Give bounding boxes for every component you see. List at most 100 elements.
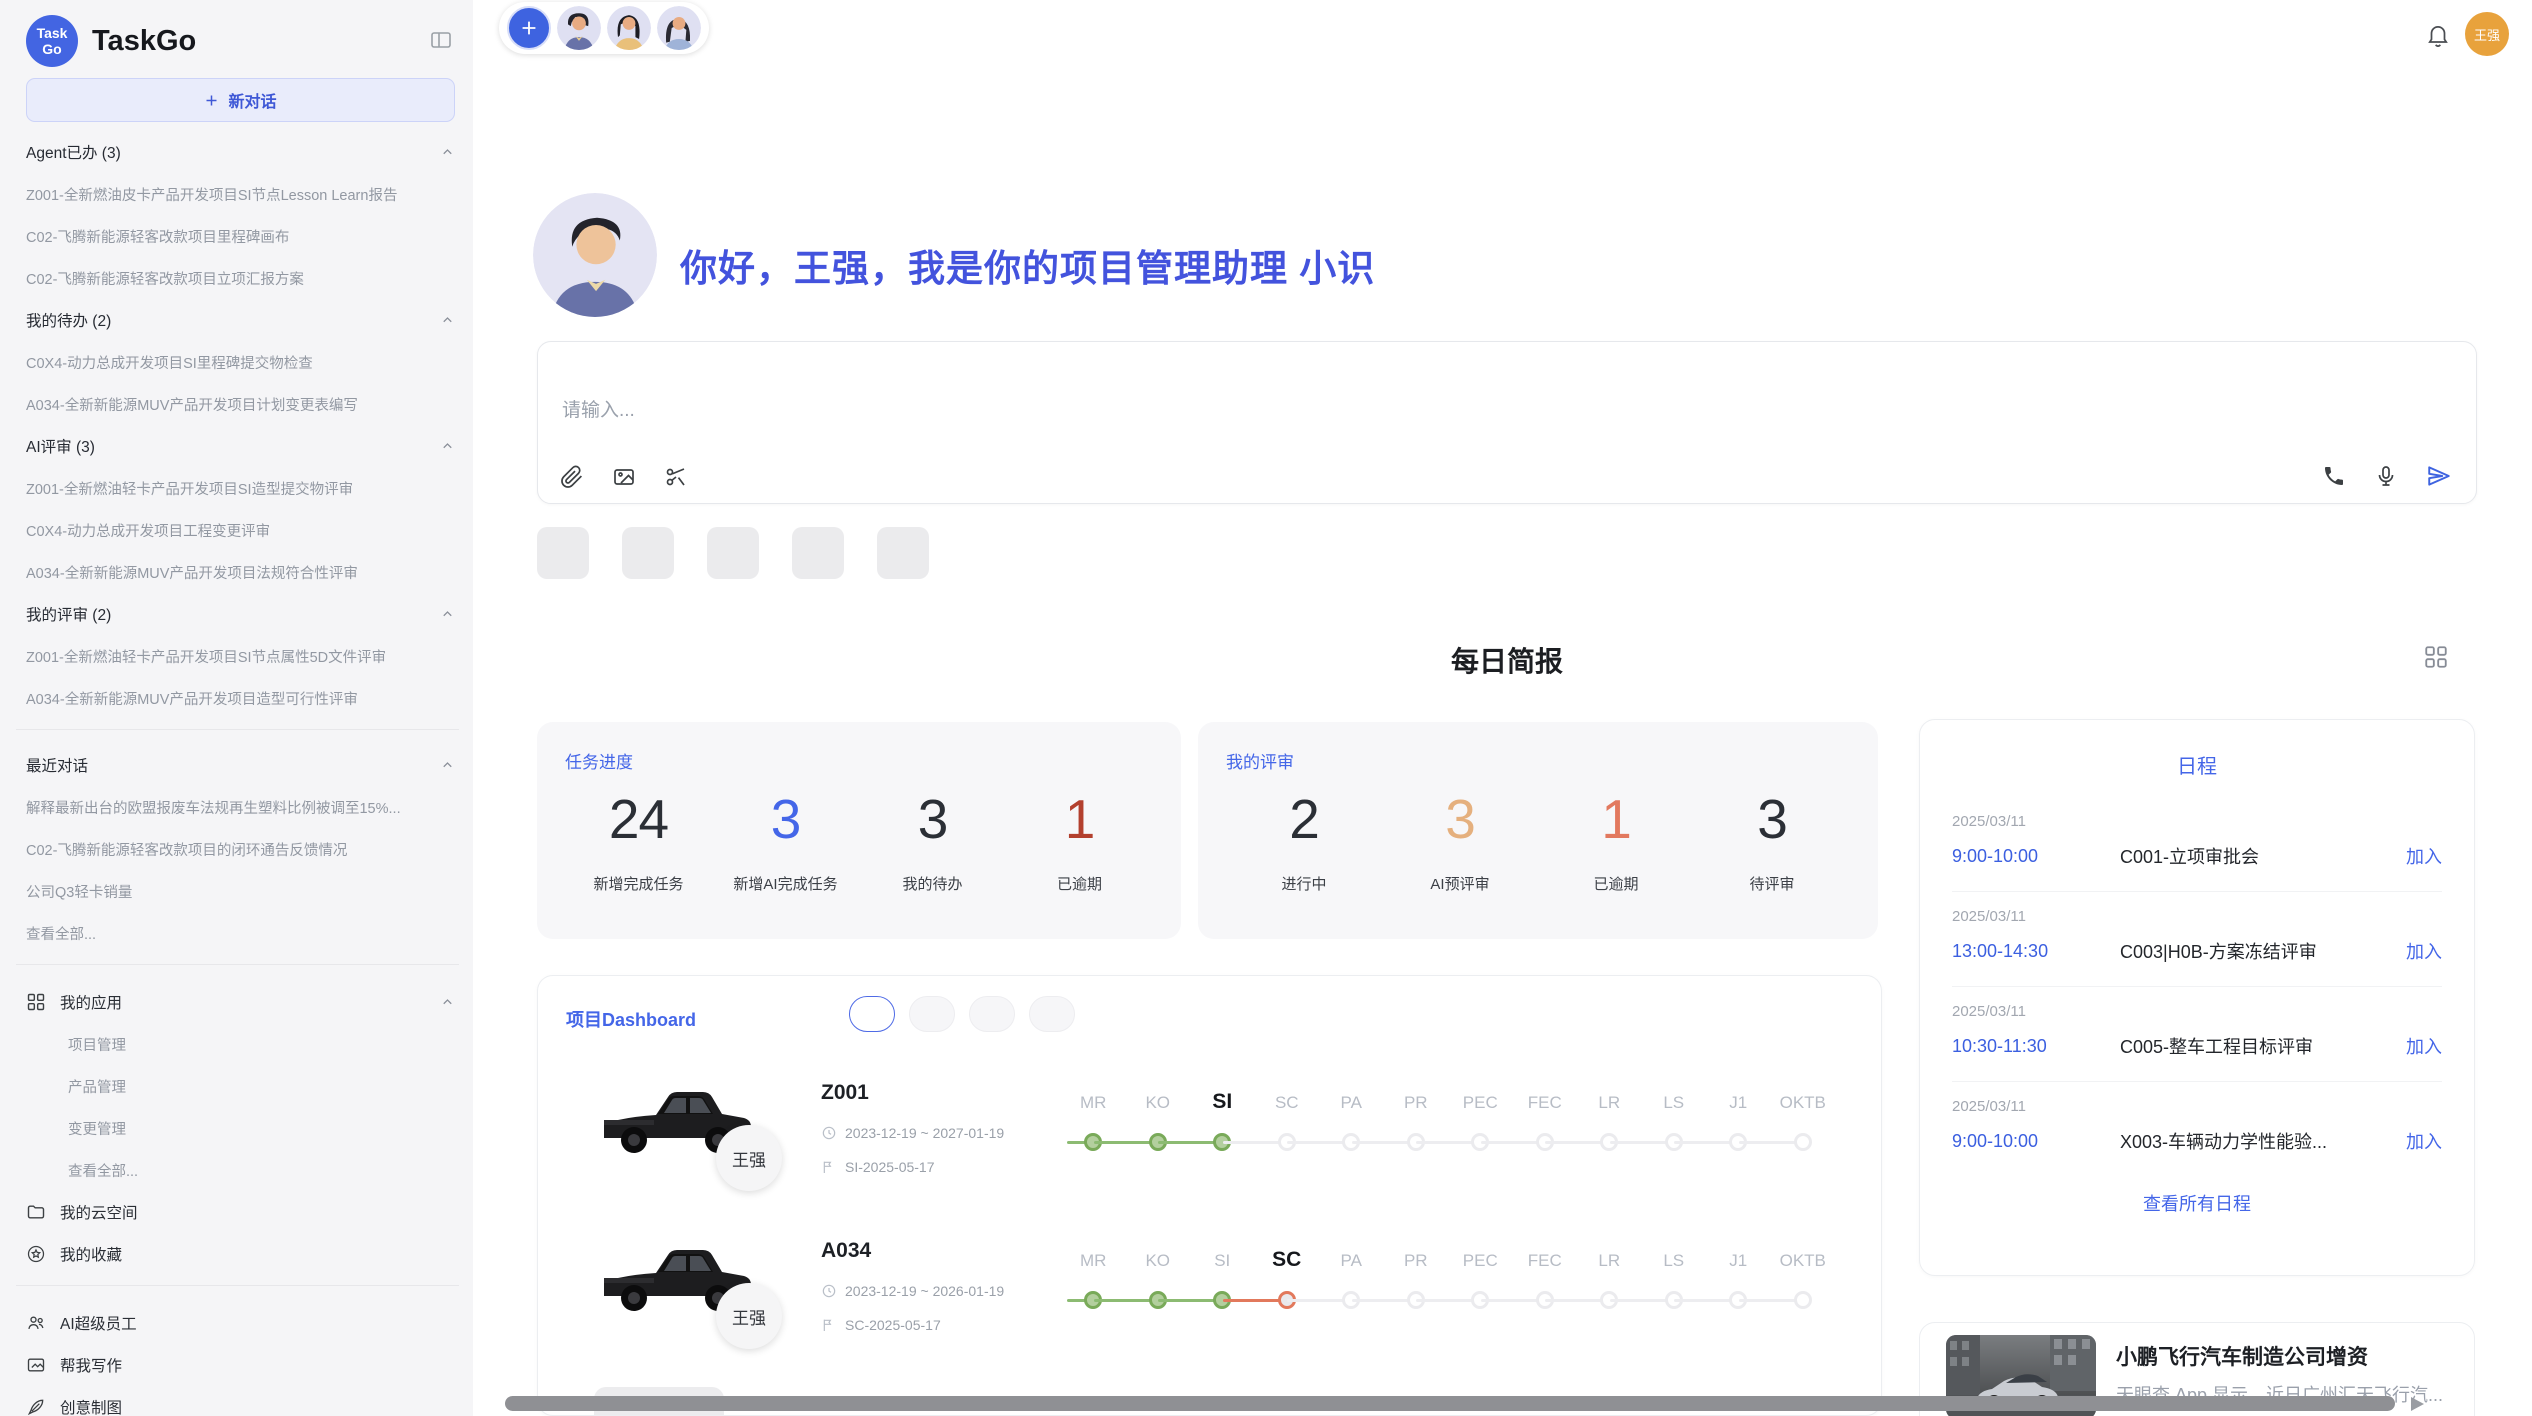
schedule-time: 9:00-10:00 bbox=[1952, 846, 2120, 867]
milestone-PR: PR bbox=[1384, 1229, 1449, 1339]
schedule-event-title: C003|H0B-方案冻结评审 bbox=[2120, 938, 2392, 964]
chevron-up-icon bbox=[440, 145, 455, 160]
sidebar-collapse-icon[interactable] bbox=[429, 28, 453, 52]
dashboard-tab[interactable] bbox=[969, 996, 1015, 1032]
app-title: TaskGo bbox=[92, 25, 196, 58]
suggestion-chip[interactable] bbox=[877, 527, 929, 579]
microphone-icon[interactable] bbox=[2374, 464, 2398, 488]
send-icon[interactable] bbox=[2426, 463, 2452, 489]
schedule-join-link[interactable]: 加入 bbox=[2406, 1033, 2442, 1059]
phone-call-icon[interactable] bbox=[2322, 464, 2346, 488]
sidebar-item-favorites[interactable]: 我的收藏 bbox=[26, 1233, 455, 1275]
sidebar-item[interactable]: Z001-全新燃油轻卡产品开发项目SI节点属性5D文件评审 bbox=[26, 646, 455, 667]
milestone-LR: LR bbox=[1577, 1229, 1642, 1339]
dashboard-tab[interactable] bbox=[909, 996, 955, 1032]
new-chat-label: 新对话 bbox=[228, 88, 276, 112]
project-row[interactable]: 王强 Z001 2023-12-19 ~ 2027-01-19 SI-2025-… bbox=[538, 1071, 1881, 1229]
schedule-join-link[interactable]: 加入 bbox=[2406, 938, 2442, 964]
app-menu-item[interactable]: 项目管理 bbox=[68, 1034, 455, 1055]
schedule-view-all[interactable]: 查看所有日程 bbox=[1952, 1190, 2442, 1216]
sidebar-item-ai-super-staff[interactable]: AI超级员工 bbox=[26, 1302, 455, 1344]
sidebar-item[interactable]: A034-全新新能源MUV产品开发项目计划变更表编写 bbox=[26, 394, 455, 415]
sidebar-group-header[interactable]: 我的待办 (2) bbox=[26, 299, 455, 341]
member-avatar[interactable] bbox=[657, 6, 701, 50]
chat-input[interactable] bbox=[562, 400, 2062, 422]
milestone-MR: MR bbox=[1061, 1229, 1126, 1339]
stat-label: 待评审 bbox=[1694, 873, 1850, 894]
schedule-join-link[interactable]: 加入 bbox=[2406, 1128, 2442, 1154]
recent-view-all[interactable]: 查看全部... bbox=[26, 923, 455, 944]
notification-bell-icon[interactable] bbox=[2425, 22, 2451, 48]
sidebar-item-cloud-space[interactable]: 我的云空间 bbox=[26, 1191, 455, 1233]
recent-chats-header[interactable]: 最近对话 bbox=[26, 744, 455, 786]
help-me-write-label: 帮我写作 bbox=[60, 1354, 455, 1376]
scroll-right-arrow[interactable] bbox=[2411, 1397, 2424, 1411]
sidebar-item[interactable]: C02-飞腾新能源轻客改款项目立项汇报方案 bbox=[26, 268, 455, 289]
milestone-PEC: PEC bbox=[1448, 1071, 1513, 1181]
app-menu-item[interactable]: 产品管理 bbox=[68, 1076, 455, 1097]
image-upload-icon[interactable] bbox=[612, 465, 636, 489]
ai-super-staff-label: AI超级员工 bbox=[60, 1312, 455, 1334]
milestone-PR: PR bbox=[1384, 1071, 1449, 1181]
sidebar-group-title: 我的待办 (2) bbox=[26, 309, 111, 331]
sidebar-item-my-apps[interactable]: 我的应用 bbox=[26, 981, 455, 1023]
horizontal-scrollbar[interactable] bbox=[505, 1396, 2395, 1411]
sidebar-item[interactable]: 解释最新出台的欧盟报废车法规再生塑料比例被调至15%... bbox=[26, 797, 455, 818]
sidebar-item[interactable]: C0X4-动力总成开发项目工程变更评审 bbox=[26, 520, 455, 541]
suggestion-chip[interactable] bbox=[792, 527, 844, 579]
sidebar-divider bbox=[16, 1285, 459, 1286]
milestone-timeline: MRKOSISCPAPRPECFECLRLSJ1OKTB bbox=[1061, 1071, 1835, 1181]
milestone-SC: SC bbox=[1255, 1071, 1320, 1181]
schedule-list: 2025/03/11 9:00-10:00 C001-立项审批会 加入 2025… bbox=[1952, 797, 2442, 1176]
user-avatar[interactable]: 王强 bbox=[2465, 12, 2509, 56]
project-row[interactable]: 王强 A034 2023-12-19 ~ 2026-01-19 SC-2025-… bbox=[538, 1229, 1881, 1387]
sidebar-item[interactable]: A034-全新新能源MUV产品开发项目法规符合性评审 bbox=[26, 562, 455, 583]
milestone-LS: LS bbox=[1642, 1229, 1707, 1339]
dashboard-tab[interactable] bbox=[1029, 996, 1075, 1032]
sidebar-item[interactable]: C02-飞腾新能源轻客改款项目里程碑画布 bbox=[26, 226, 455, 247]
milestone-OKTB: OKTB bbox=[1771, 1229, 1836, 1339]
task-progress-title: 任务进度 bbox=[565, 748, 1153, 773]
sidebar-item[interactable]: A034-全新新能源MUV产品开发项目造型可行性评审 bbox=[26, 688, 455, 709]
scissors-icon[interactable] bbox=[664, 465, 688, 489]
sidebar-item[interactable]: C02-飞腾新能源轻客改款项目的闭环通告反馈情况 bbox=[26, 839, 455, 860]
assistant-avatar bbox=[533, 193, 657, 317]
briefing-layout-grid-icon[interactable] bbox=[2423, 644, 2449, 670]
sidebar-item-help-me-write[interactable]: 帮我写作 bbox=[26, 1344, 455, 1386]
add-member-button[interactable] bbox=[507, 6, 551, 50]
stat: 3 我的待办 bbox=[859, 787, 1006, 894]
schedule-date: 2025/03/11 bbox=[1952, 1098, 2442, 1115]
paperclip-icon[interactable] bbox=[560, 465, 584, 489]
stat: 2 进行中 bbox=[1226, 787, 1382, 894]
project-dates: 2023-12-19 ~ 2027-01-19 bbox=[821, 1125, 1004, 1141]
milestone-OKTB: OKTB bbox=[1771, 1071, 1836, 1181]
suggestion-chip[interactable] bbox=[622, 527, 674, 579]
sidebar-group-header[interactable]: AI评审 (3) bbox=[26, 425, 455, 467]
sidebar-header: Task Go TaskGo bbox=[26, 10, 455, 72]
clock-icon bbox=[821, 1283, 837, 1299]
milestone-KO: KO bbox=[1126, 1229, 1191, 1339]
sidebar-group-header[interactable]: 我的评审 (2) bbox=[26, 593, 455, 635]
dashboard-tab[interactable] bbox=[849, 996, 895, 1032]
milestone-J1: J1 bbox=[1706, 1229, 1771, 1339]
sidebar-item-creative-drawing[interactable]: 创意制图 bbox=[26, 1386, 455, 1416]
stat: 1 已逾期 bbox=[1538, 787, 1694, 894]
apps-view-all[interactable]: 查看全部... bbox=[68, 1160, 455, 1181]
sidebar-item[interactable]: Z001-全新燃油皮卡产品开发项目SI节点Lesson Learn报告 bbox=[26, 184, 455, 205]
app-menu-item[interactable]: 变更管理 bbox=[68, 1118, 455, 1139]
suggestion-chip[interactable] bbox=[537, 527, 589, 579]
sidebar-group-header[interactable]: Agent已办 (3) bbox=[26, 131, 455, 173]
sidebar-item[interactable]: 公司Q3轻卡销量 bbox=[26, 881, 455, 902]
sidebar-item[interactable]: Z001-全新燃油轻卡产品开发项目SI造型提交物评审 bbox=[26, 478, 455, 499]
schedule-join-link[interactable]: 加入 bbox=[2406, 843, 2442, 869]
stat: 3 AI预评审 bbox=[1382, 787, 1538, 894]
member-avatar[interactable] bbox=[607, 6, 651, 50]
stat-value: 24 bbox=[565, 787, 712, 851]
schedule-entry: 2025/03/11 10:30-11:30 C005-整车工程目标评审 加入 bbox=[1952, 987, 2442, 1082]
chevron-up-icon bbox=[440, 313, 455, 328]
suggestion-chip[interactable] bbox=[707, 527, 759, 579]
sidebar-item[interactable]: C0X4-动力总成开发项目SI里程碑提交物检查 bbox=[26, 352, 455, 373]
member-avatar[interactable] bbox=[557, 6, 601, 50]
milestone-FEC: FEC bbox=[1513, 1071, 1578, 1181]
new-chat-button[interactable]: 新对话 bbox=[26, 78, 455, 122]
